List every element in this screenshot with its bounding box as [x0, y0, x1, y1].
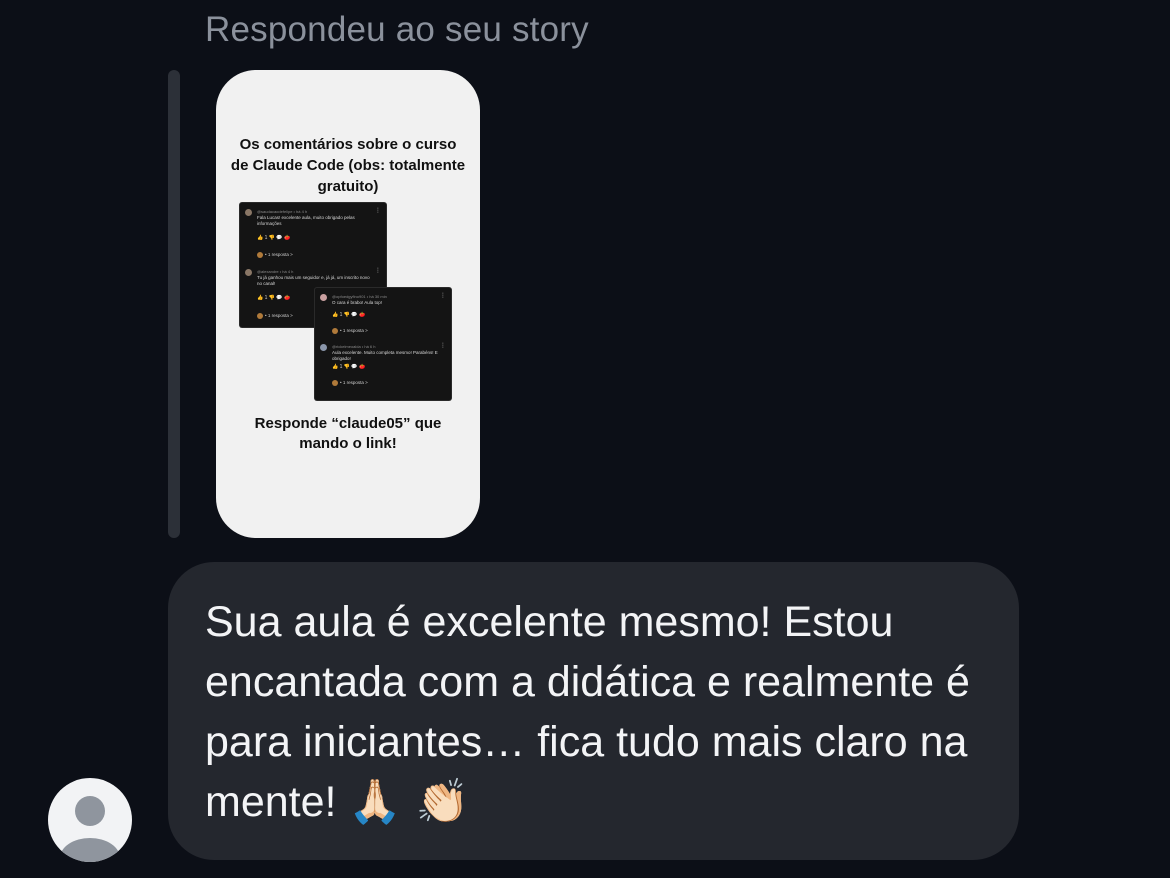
sender-avatar[interactable] — [48, 778, 132, 862]
comment-actions: 👍 1 👎 💬 🍅 — [332, 312, 366, 318]
comment-replies-label: • 1 resposta > — [265, 252, 293, 258]
comment-avatar — [245, 209, 252, 216]
comment-avatar — [245, 269, 252, 276]
comment-user: @saudacaodefelipe • há 4 h — [257, 209, 308, 214]
comment-replies-label: • 1 resposta > — [340, 328, 368, 334]
reply-header: Respondeu ao seu story — [205, 10, 589, 49]
comment-user: @alexandre • há 4 h — [257, 269, 294, 274]
comment-text: Aula excelente. Muito completa mesmo! Pa… — [332, 350, 438, 361]
comment: @saudacaodefelipe • há 4 h ⋮ Fala Lucas!… — [245, 208, 381, 261]
reply-avatar — [332, 380, 338, 386]
reply-avatar — [257, 313, 263, 319]
comment-replies-label: • 1 resposta > — [265, 313, 293, 319]
comment-avatar — [320, 294, 327, 301]
message-bubble[interactable]: Sua aula é excelente mesmo! Estou encant… — [168, 562, 1019, 860]
more-icon: ⋮ — [375, 208, 381, 214]
message-text: Sua aula é excelente mesmo! Estou encant… — [205, 598, 970, 826]
comment-text: O cara é brabo! Aula top! — [332, 300, 383, 305]
story-title: Os comentários sobre o curso de Claude C… — [230, 136, 466, 195]
more-icon: ⋮ — [440, 293, 446, 299]
comment-replies: • 1 resposta > — [332, 380, 368, 386]
default-user-icon — [60, 796, 120, 862]
comment-user: @opfoedgyfino901 • há 30 min — [332, 294, 387, 299]
story-cta: Responde “claude05” que mando o link! — [254, 415, 442, 452]
story-preview[interactable]: Os comentários sobre o curso de Claude C… — [216, 70, 480, 538]
more-icon: ⋮ — [375, 268, 381, 274]
comment-screenshot-2: @opfoedgyfino901 • há 30 min ⋮ O cara é … — [315, 288, 451, 400]
reply-avatar — [332, 328, 338, 334]
comment-actions: 👍 1 👎 💬 🍅 — [332, 364, 366, 370]
comment-actions: 👍 1 👎 💬 🍅 — [257, 295, 291, 301]
comment-text: Fala Lucas! excelente aula, muito obriga… — [257, 215, 355, 226]
comment-replies: • 1 resposta > — [257, 313, 293, 319]
comment-user: @rickelmeoalda • há 6 h — [332, 344, 376, 349]
comment-text: Tu já ganhou mais um seguidor e, já já, … — [257, 275, 370, 286]
more-icon: ⋮ — [440, 343, 446, 349]
reply-avatar — [257, 252, 263, 258]
comment-replies: • 1 resposta > — [257, 252, 293, 258]
comment-replies-label: • 1 resposta > — [340, 380, 368, 386]
comment-actions: 👍 1 👎 💬 🍅 — [257, 235, 291, 241]
comment-avatar — [320, 344, 327, 351]
comment: @opfoedgyfino901 • há 30 min ⋮ O cara é … — [320, 293, 446, 338]
comment-replies: • 1 resposta > — [332, 328, 368, 334]
message-content: Sua aula é excelente mesmo! Estou encant… — [205, 592, 995, 832]
comment: @rickelmeoalda • há 6 h ⋮ Aula excelente… — [320, 343, 446, 396]
message-emojis: 🙏🏻 👏🏻 — [348, 777, 470, 827]
story-quote-bar — [168, 70, 180, 538]
